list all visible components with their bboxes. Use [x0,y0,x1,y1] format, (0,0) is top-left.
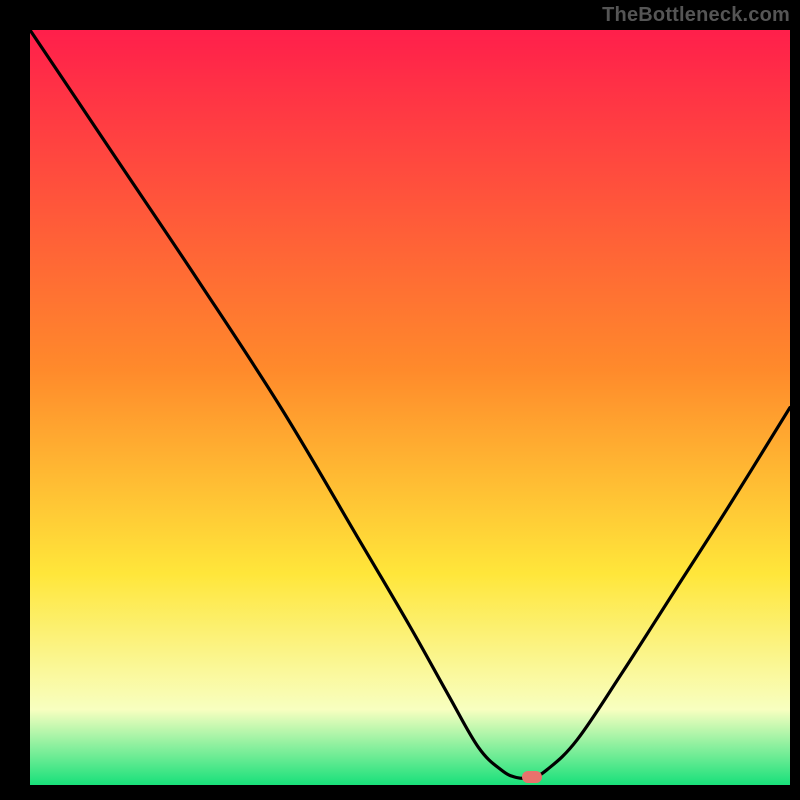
gradient-background [30,30,790,785]
plot-area [30,30,790,785]
chart-svg [30,30,790,785]
chart-stage: TheBottleneck.com [0,0,800,800]
watermark-text: TheBottleneck.com [602,4,790,27]
optimal-point-marker [522,771,542,783]
